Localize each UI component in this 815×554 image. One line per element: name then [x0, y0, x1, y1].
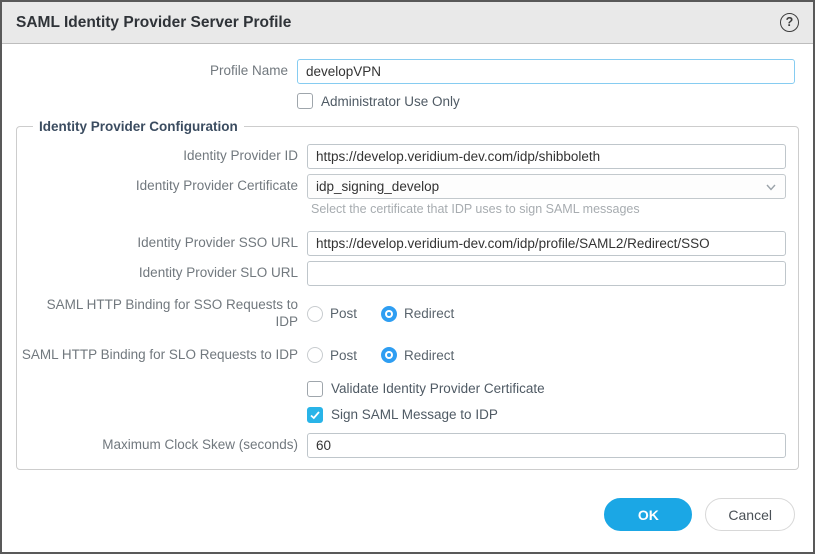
certificate-hint-text: Select the certificate that IDP uses to … [311, 202, 786, 216]
profile-name-row: Profile Name [2, 59, 795, 84]
sign-saml-checkbox[interactable]: Sign SAML Message to IDP [307, 407, 498, 423]
identity-provider-id-input[interactable] [307, 144, 786, 169]
identity-provider-id-label: Identity Provider ID [17, 148, 307, 165]
clock-skew-input[interactable] [307, 433, 786, 458]
radio-label: Post [330, 348, 357, 363]
selected-certificate-value: idp_signing_develop [316, 179, 439, 194]
profile-name-input[interactable] [297, 59, 795, 84]
sso-binding-row: SAML HTTP Binding for SSO Requests to ID… [17, 297, 786, 331]
help-icon[interactable]: ? [780, 13, 799, 32]
checkbox-box [297, 93, 313, 109]
identity-provider-certificate-row: Identity Provider Certificate idp_signin… [17, 174, 786, 199]
identity-provider-certificate-select[interactable]: idp_signing_develop [307, 174, 786, 199]
clock-skew-label: Maximum Clock Skew (seconds) [17, 437, 307, 454]
radio-circle [381, 306, 397, 322]
admin-use-only-checkbox[interactable]: Administrator Use Only [297, 93, 460, 109]
check-icon [309, 409, 321, 421]
validate-cert-checkbox[interactable]: Validate Identity Provider Certificate [307, 381, 545, 397]
identity-provider-id-row: Identity Provider ID [17, 144, 786, 169]
top-section: Profile Name Administrator Use Only [2, 59, 813, 109]
radio-circle [307, 347, 323, 363]
chevron-down-icon [764, 180, 778, 197]
radio-label: Redirect [404, 348, 454, 363]
checkbox-box [307, 407, 323, 423]
sso-binding-label: SAML HTTP Binding for SSO Requests to ID… [17, 297, 307, 331]
profile-name-label: Profile Name [2, 63, 297, 80]
slo-url-input[interactable] [307, 261, 786, 286]
checkbox-label: Administrator Use Only [321, 94, 460, 109]
slo-binding-row: SAML HTTP Binding for SLO Requests to ID… [17, 347, 786, 364]
sso-binding-radio-group: Post Redirect [307, 306, 454, 322]
slo-binding-redirect-radio[interactable]: Redirect [381, 347, 454, 363]
radio-circle [381, 347, 397, 363]
identity-provider-certificate-label: Identity Provider Certificate [17, 178, 307, 195]
dialog-titlebar: SAML Identity Provider Server Profile ? [2, 2, 813, 44]
slo-url-label: Identity Provider SLO URL [17, 265, 307, 282]
dialog-footer: OK Cancel [2, 498, 813, 552]
sso-url-row: Identity Provider SSO URL [17, 231, 786, 256]
radio-label: Redirect [404, 306, 454, 321]
admin-use-only-row: Administrator Use Only [2, 93, 795, 109]
cancel-button[interactable]: Cancel [705, 498, 795, 531]
ok-button[interactable]: OK [604, 498, 692, 531]
checkbox-box [307, 381, 323, 397]
sso-url-input[interactable] [307, 231, 786, 256]
sso-binding-post-radio[interactable]: Post [307, 306, 357, 322]
slo-binding-radio-group: Post Redirect [307, 347, 454, 363]
sign-saml-row: Sign SAML Message to IDP [17, 407, 786, 423]
clock-skew-row: Maximum Clock Skew (seconds) [17, 433, 786, 458]
slo-url-row: Identity Provider SLO URL [17, 261, 786, 286]
slo-binding-label: SAML HTTP Binding for SLO Requests to ID… [17, 347, 307, 364]
radio-circle [307, 306, 323, 322]
checkbox-label: Sign SAML Message to IDP [331, 407, 498, 422]
sso-binding-redirect-radio[interactable]: Redirect [381, 306, 454, 322]
checkbox-label: Validate Identity Provider Certificate [331, 381, 545, 396]
saml-idp-server-profile-dialog: SAML Identity Provider Server Profile ? … [0, 0, 815, 554]
validate-cert-row: Validate Identity Provider Certificate [17, 381, 786, 397]
slo-binding-post-radio[interactable]: Post [307, 347, 357, 363]
dialog-body: Profile Name Administrator Use Only [2, 44, 813, 498]
dialog-title: SAML Identity Provider Server Profile [16, 14, 291, 32]
radio-label: Post [330, 306, 357, 321]
identity-provider-configuration-group: Identity Provider Configuration Identity… [16, 119, 799, 470]
sso-url-label: Identity Provider SSO URL [17, 235, 307, 252]
group-legend: Identity Provider Configuration [33, 119, 244, 134]
